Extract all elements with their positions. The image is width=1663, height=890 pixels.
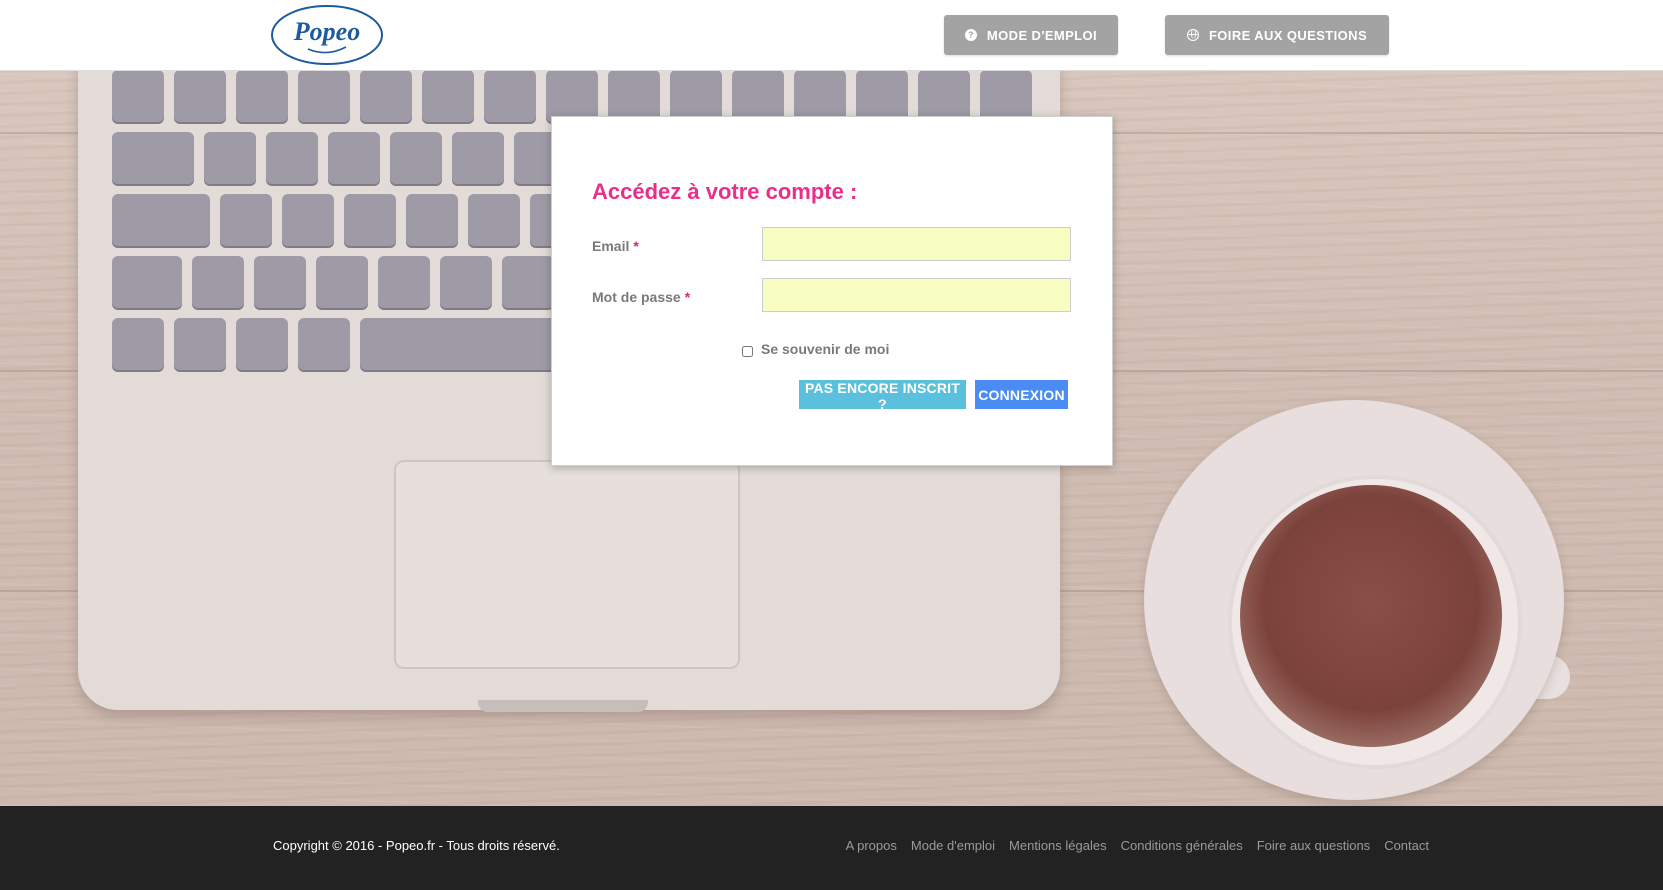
question-circle-icon: ? <box>964 29 977 41</box>
password-field[interactable] <box>762 278 1071 312</box>
copyright-text: Copyright © 2016 - Popeo.fr - Tous droit… <box>273 838 560 853</box>
footer-link-a-propos[interactable]: A propos <box>846 838 897 853</box>
remember-me-label[interactable]: Se souvenir de moi <box>761 341 889 357</box>
required-mark: * <box>684 289 691 305</box>
footer-link-conditions-generales[interactable]: Conditions générales <box>1121 838 1243 853</box>
footer-link-contact[interactable]: Contact <box>1384 838 1429 853</box>
popeo-logo[interactable]: Popeo <box>270 3 384 67</box>
login-title: Accédez à votre compte : <box>592 179 858 204</box>
login-button[interactable]: CONNEXION <box>975 380 1068 409</box>
globe-icon <box>1186 29 1199 41</box>
logo-text: Popeo <box>293 17 360 46</box>
email-label: Email * <box>592 238 639 254</box>
site-header: Popeo ? MODE D'EMPLOI FOIRE AUX QUESTION… <box>0 0 1663 71</box>
email-field[interactable] <box>762 227 1071 261</box>
site-footer: Copyright © 2016 - Popeo.fr - Tous droit… <box>0 806 1663 890</box>
password-label: Mot de passe * <box>592 289 691 305</box>
footer-link-faq[interactable]: Foire aux questions <box>1257 838 1370 853</box>
footer-link-mode-emploi[interactable]: Mode d'emploi <box>911 838 995 853</box>
mode-emploi-label: MODE D'EMPLOI <box>986 27 1098 43</box>
remember-me-row: Se souvenir de moi <box>742 341 889 357</box>
login-card: Accédez à votre compte : Email * Mot de p… <box>551 116 1113 466</box>
register-button[interactable]: PAS ENCORE INSCRIT ? <box>799 380 966 412</box>
mode-emploi-button[interactable]: ? MODE D'EMPLOI <box>944 15 1118 55</box>
footer-links: A propos Mode d'emploi Mentions légales … <box>846 838 1429 853</box>
remember-me-checkbox[interactable] <box>742 345 753 357</box>
faq-button[interactable]: FOIRE AUX QUESTIONS <box>1165 15 1389 55</box>
required-mark: * <box>633 238 639 254</box>
footer-link-mentions-legales[interactable]: Mentions légales <box>1009 838 1107 853</box>
faq-label: FOIRE AUX QUESTIONS <box>1208 27 1368 43</box>
